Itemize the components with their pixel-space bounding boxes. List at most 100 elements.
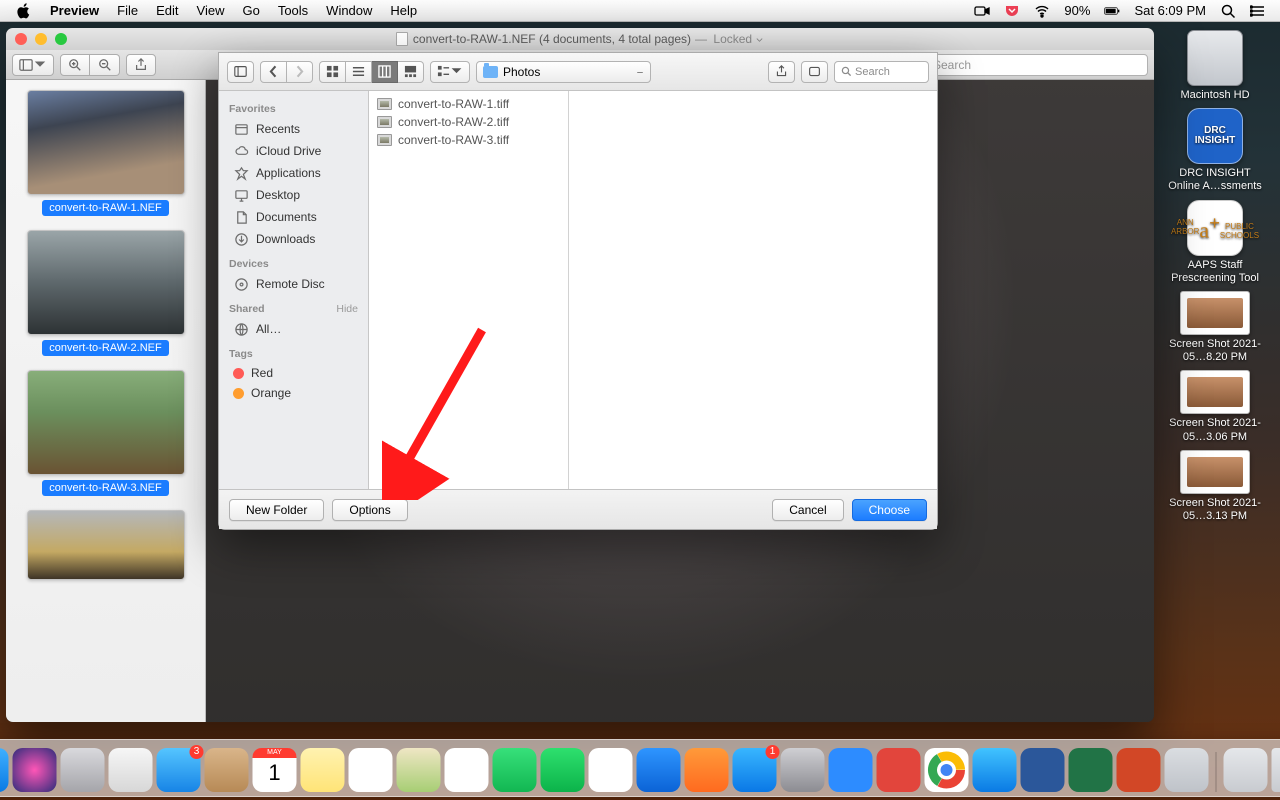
sidebar-item-remote-disc[interactable]: Remote Disc [219,273,368,295]
dock-app-calendar[interactable]: MAY1 [253,748,297,792]
menu-tools[interactable]: Tools [278,3,308,18]
menu-go[interactable]: Go [242,3,259,18]
spotlight-icon[interactable] [1220,3,1236,19]
file-row[interactable]: convert-to-RAW-1.tiff [369,95,568,113]
list-view-button[interactable] [346,61,372,83]
sidebar-item-all-shared[interactable]: All… [219,318,368,340]
menu-file[interactable]: File [117,3,138,18]
cancel-button[interactable]: Cancel [772,499,843,521]
apple-menu-icon[interactable] [16,3,32,19]
desktop-icon-macintosh-hd[interactable]: Macintosh HD [1165,30,1265,102]
dock-app-sysprefs[interactable] [781,748,825,792]
dock-app-mail[interactable]: 3 [157,748,201,792]
share-button[interactable] [126,54,156,76]
dock-app-keynote[interactable] [637,748,681,792]
group-by-button[interactable] [430,61,470,83]
file-row[interactable]: convert-to-RAW-2.tiff [369,113,568,131]
options-button[interactable]: Options [332,499,407,521]
battery-icon[interactable] [1104,3,1120,19]
desktop-icon-label: Macintosh HD [1165,89,1265,102]
hide-button[interactable]: Hide [336,303,358,315]
thumbnail[interactable]: convert-to-RAW-1.NEF [27,90,185,216]
dock-app-messages[interactable] [493,748,537,792]
dock-app-zoom[interactable] [829,748,873,792]
notification-center-icon[interactable] [1250,3,1266,19]
dock: 3 MAY1 1 [0,739,1280,797]
thumbnail[interactable]: convert-to-RAW-2.NEF [27,230,185,356]
gallery-view-button[interactable] [398,61,424,83]
desktop-icon-screenshot[interactable]: Screen Shot 2021-05…3.06 PM [1165,370,1265,443]
menu-window[interactable]: Window [326,3,372,18]
zoom-in-button[interactable] [60,54,90,76]
dock-app-appstore[interactable]: 1 [733,748,777,792]
title-locked[interactable]: — Locked [695,32,764,46]
dock-app-reminders[interactable] [349,748,393,792]
desktop-icon-screenshot[interactable]: Screen Shot 2021-05…3.13 PM [1165,450,1265,523]
desktop-icon-drc-insight[interactable]: DRCINSIGHTDRC INSIGHT Online A…ssments [1165,108,1265,193]
forward-button[interactable] [287,61,313,83]
pocket-icon[interactable] [1004,3,1020,19]
choose-button[interactable]: Choose [852,499,927,521]
close-button[interactable] [15,33,27,45]
dock-app-preview[interactable] [1165,748,1209,792]
wifi-icon[interactable] [1034,3,1050,19]
dock-app-excel[interactable] [1069,748,1113,792]
sidebar-toggle-button[interactable] [12,54,54,76]
icon-view-button[interactable] [319,61,346,83]
menubar-app-name[interactable]: Preview [50,3,99,18]
zoom-out-button[interactable] [90,54,120,76]
sidebar-item-icloud[interactable]: iCloud Drive [219,140,368,162]
thumbnail-sidebar[interactable]: convert-to-RAW-1.NEF convert-to-RAW-2.NE… [6,80,206,722]
dock-trash[interactable] [1272,748,1280,792]
desktop-icon-screenshot[interactable]: Screen Shot 2021-05…8.20 PM [1165,291,1265,364]
menubar-clock[interactable]: Sat 6:09 PM [1134,3,1206,18]
dock-app-word[interactable] [1021,748,1065,792]
sheet-search-field[interactable]: Search [834,61,929,83]
sidebar-item-documents[interactable]: Documents [219,206,368,228]
back-button[interactable] [260,61,287,83]
dock-app-launchpad[interactable] [61,748,105,792]
tags-button[interactable] [801,61,828,83]
preview-search-field[interactable]: Search [908,54,1148,76]
dock-app-todo[interactable] [877,748,921,792]
sidebar-header-shared: SharedHide [219,295,368,318]
file-row[interactable]: convert-to-RAW-3.tiff [369,131,568,149]
dock-app-maps[interactable] [397,748,441,792]
zoom-button[interactable] [55,33,67,45]
new-folder-button[interactable]: New Folder [229,499,324,521]
finder-sidebar[interactable]: Favorites Recents iCloud Drive Applicati… [219,91,369,489]
dock-downloads[interactable] [1224,748,1268,792]
dock-app-chrome[interactable] [925,748,969,792]
menu-help[interactable]: Help [390,3,417,18]
menu-edit[interactable]: Edit [156,3,178,18]
location-popup[interactable]: Photos [476,61,651,83]
sidebar-item-desktop[interactable]: Desktop [219,184,368,206]
desktop-icon-aaps-staff[interactable]: ANN ARBORa+PUBLIC SCHOOLSAAPS Staff Pres… [1165,200,1265,285]
dock-app-safari[interactable] [973,748,1017,792]
dock-app-numbers[interactable] [589,748,633,792]
sidebar-item-downloads[interactable]: Downloads [219,228,368,250]
column-view-button[interactable] [372,61,398,83]
dock-app-facetime[interactable] [541,748,585,792]
dock-app-safari-alt[interactable] [109,748,153,792]
dock-app-finder[interactable] [0,748,9,792]
minimize-button[interactable] [35,33,47,45]
menu-view[interactable]: View [197,3,225,18]
dock-app-siri[interactable] [13,748,57,792]
thumbnail[interactable]: convert-to-RAW-3.NEF [27,370,185,496]
thumbnail[interactable] [27,510,185,580]
sidebar-item-applications[interactable]: Applications [219,162,368,184]
file-column[interactable]: convert-to-RAW-1.tiff convert-to-RAW-2.t… [369,91,569,489]
sidebar-tag-orange[interactable]: Orange [219,383,368,403]
dock-app-ibooks[interactable] [685,748,729,792]
dock-app-contacts[interactable] [205,748,249,792]
action-button[interactable] [768,61,795,83]
screenrec-icon[interactable] [974,3,990,19]
dock-app-photos[interactable] [445,748,489,792]
sidebar-toggle-button[interactable] [227,61,254,83]
dock-app-notes[interactable] [301,748,345,792]
sidebar-item-recents[interactable]: Recents [219,118,368,140]
sidebar-tag-red[interactable]: Red [219,363,368,383]
titlebar[interactable]: convert-to-RAW-1.NEF (4 documents, 4 tot… [6,28,1154,50]
dock-app-powerpoint[interactable] [1117,748,1161,792]
